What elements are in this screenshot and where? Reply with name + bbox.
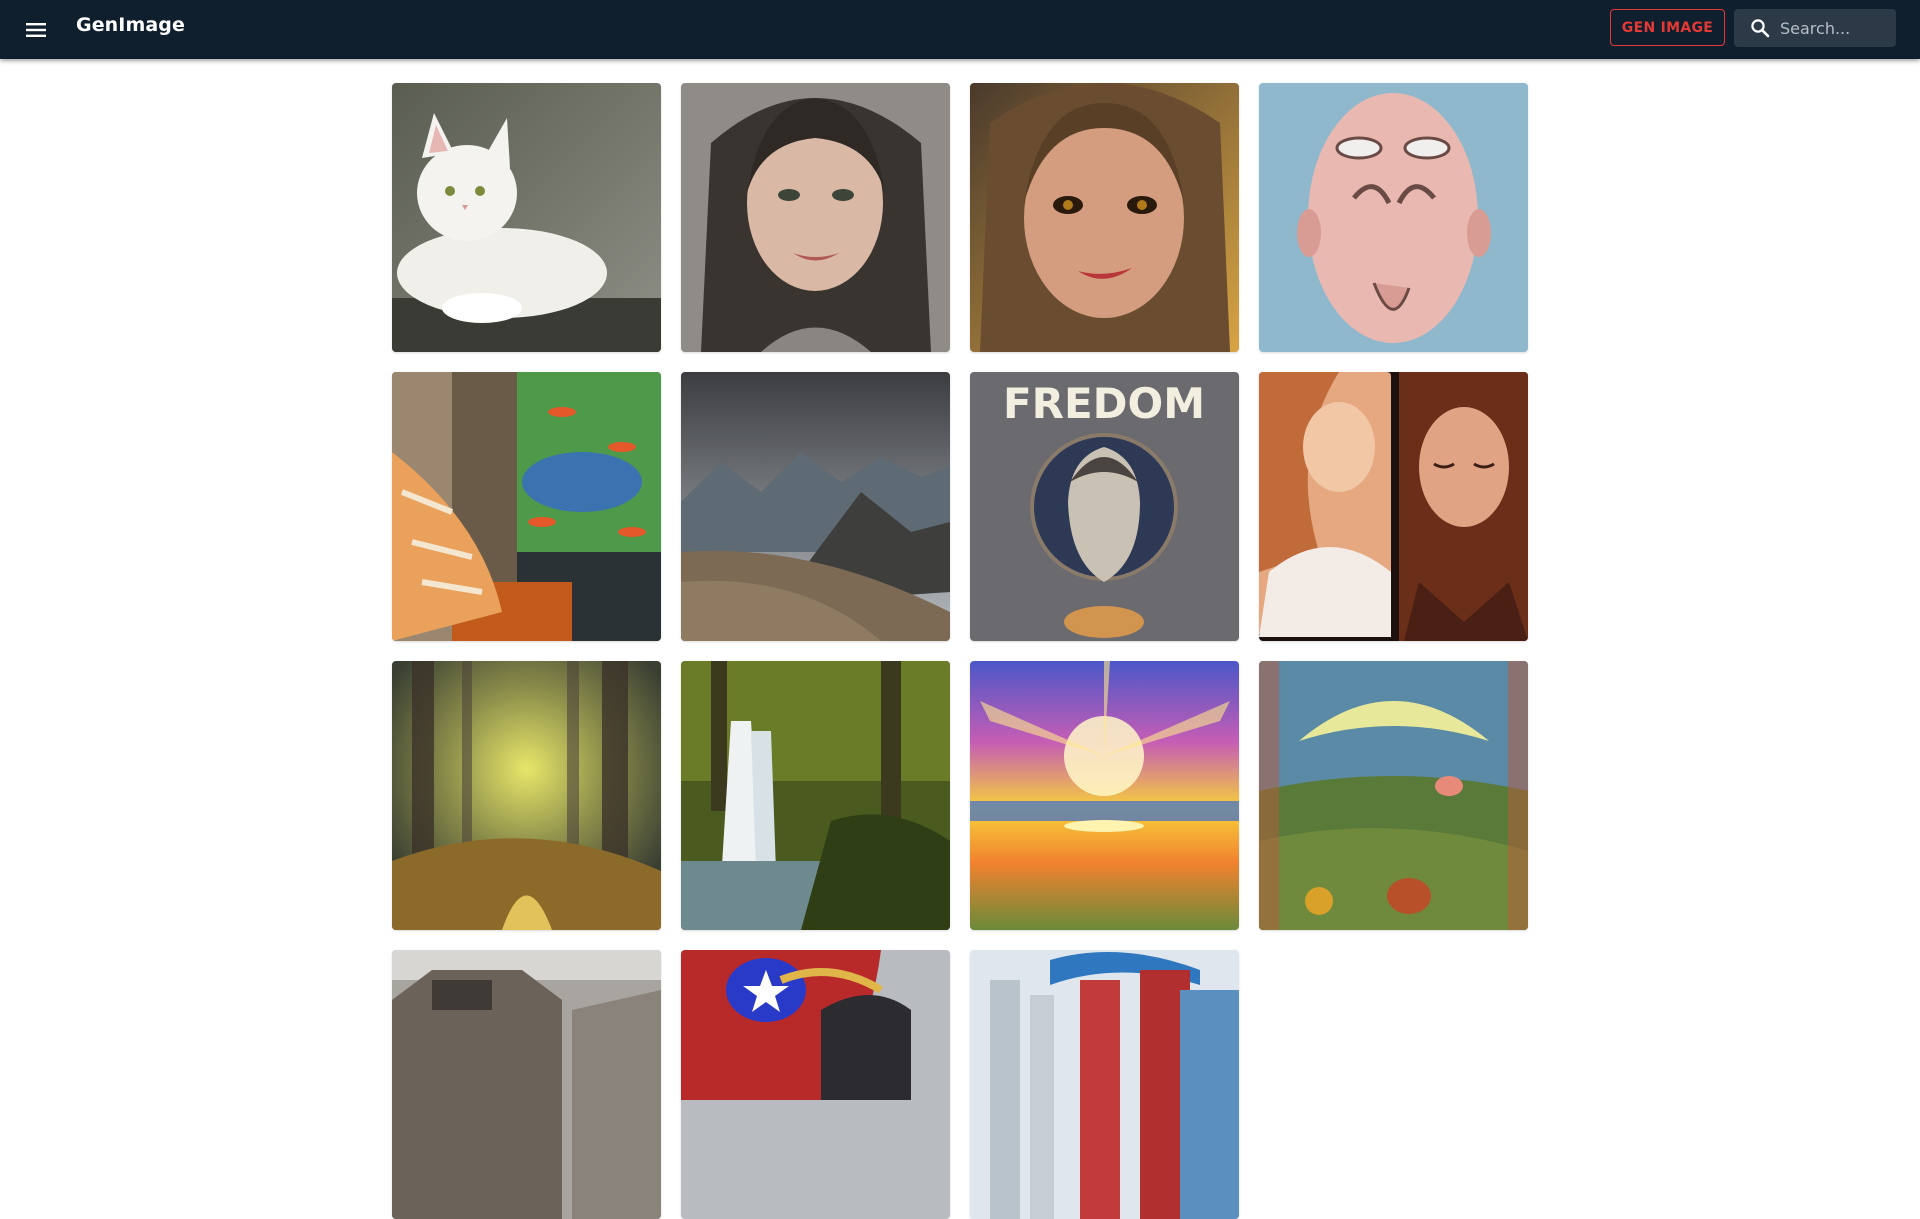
gallery-image-distorted-face[interactable] [1259, 83, 1528, 352]
gallery-image-sunset-rainbow[interactable] [970, 661, 1239, 930]
gallery-image-girl-portrait-painted[interactable] [970, 83, 1239, 352]
gallery-image-superhero-helmet[interactable] [681, 950, 950, 1219]
search-box[interactable] [1734, 9, 1896, 47]
gallery-image-surreal-landscape[interactable] [1259, 661, 1528, 930]
gallery-image-city-towers[interactable] [970, 950, 1239, 1219]
gallery-image-building-grey[interactable] [392, 950, 661, 1219]
gallery-image-woman-portrait-dark-hair[interactable] [681, 83, 950, 352]
freedom-poster-text: FREDOM [1003, 379, 1205, 428]
gallery-image-mountain-landscape[interactable] [681, 372, 950, 641]
gallery-image-waterfall-forest[interactable] [681, 661, 950, 930]
gallery-image-white-cat[interactable] [392, 83, 661, 352]
search-input[interactable] [1780, 9, 1892, 47]
search-icon [1750, 18, 1770, 38]
gallery-image-two-women-faces[interactable] [1259, 372, 1528, 641]
app-bar: GenImage GEN IMAGE [0, 0, 1920, 59]
gallery-image-misty-forest[interactable] [392, 661, 661, 930]
gallery-image-freedom-poster[interactable]: FREDOM [970, 372, 1239, 641]
menu-icon[interactable] [22, 16, 50, 44]
gallery-image-cat-at-window-koi[interactable] [392, 372, 661, 641]
app-title[interactable]: GenImage [76, 14, 185, 36]
gen-image-button[interactable]: GEN IMAGE [1610, 9, 1725, 46]
